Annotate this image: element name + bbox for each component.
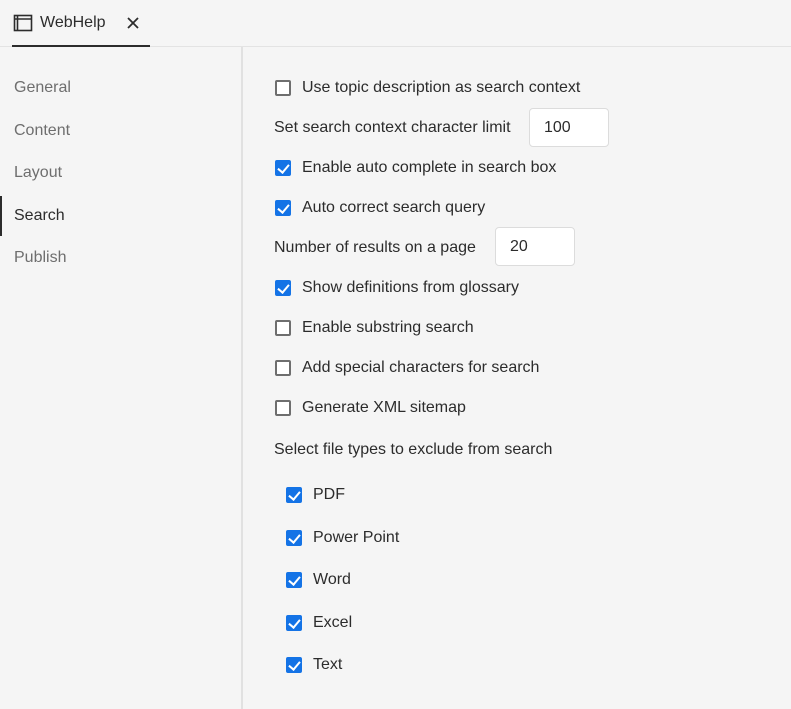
file-type-excel-option: Excel bbox=[286, 611, 352, 635]
file-type-excel-checkbox[interactable] bbox=[286, 615, 302, 631]
file-type-powerpoint-option: Power Point bbox=[286, 526, 399, 550]
special-characters-option: Add special characters for search bbox=[275, 356, 539, 380]
auto-correct-option: Auto correct search query bbox=[275, 196, 485, 220]
sidebar-item-layout[interactable]: Layout bbox=[0, 157, 241, 189]
option-label: Enable substring search bbox=[302, 319, 474, 336]
substring-search-checkbox[interactable] bbox=[275, 320, 291, 336]
file-type-text-checkbox[interactable] bbox=[286, 657, 302, 673]
file-type-text-option: Text bbox=[286, 653, 342, 677]
option-label: Use topic description as search context bbox=[302, 79, 581, 96]
option-label: Power Point bbox=[313, 529, 400, 546]
option-label: Enable auto complete in search box bbox=[302, 159, 557, 176]
tab-webhelp[interactable]: WebHelp bbox=[12, 0, 150, 47]
file-type-powerpoint-checkbox[interactable] bbox=[286, 530, 302, 546]
file-type-pdf-checkbox[interactable] bbox=[286, 487, 302, 503]
search-settings-panel: Use topic description as search context … bbox=[245, 47, 791, 709]
xml-sitemap-option: Generate XML sitemap bbox=[275, 396, 466, 420]
sidebar-item-label: General bbox=[14, 79, 71, 96]
use-topic-description-option: Use topic description as search context bbox=[275, 76, 580, 100]
file-type-word-checkbox[interactable] bbox=[286, 572, 302, 588]
option-label: Show definitions from glossary bbox=[302, 279, 519, 296]
option-label: Generate XML sitemap bbox=[302, 399, 466, 416]
sidebar-item-label: Content bbox=[14, 122, 71, 139]
option-label: Word bbox=[313, 571, 351, 588]
sidebar-item-label: Layout bbox=[14, 164, 63, 181]
use-topic-description-checkbox[interactable] bbox=[275, 80, 291, 96]
results-per-page-input[interactable] bbox=[495, 227, 575, 266]
option-label: PDF bbox=[313, 486, 345, 503]
context-limit-label: Set search context character limit bbox=[274, 119, 511, 136]
xml-sitemap-checkbox[interactable] bbox=[275, 400, 291, 416]
sidebar-item-content[interactable]: Content bbox=[0, 115, 241, 147]
results-per-page-label: Number of results on a page bbox=[274, 239, 476, 256]
context-limit-input[interactable] bbox=[529, 108, 609, 147]
tab-bar: WebHelp bbox=[0, 0, 791, 47]
special-characters-checkbox[interactable] bbox=[275, 360, 291, 376]
option-label: Add special characters for search bbox=[302, 359, 540, 376]
show-definitions-checkbox[interactable] bbox=[275, 280, 291, 296]
auto-complete-checkbox[interactable] bbox=[275, 160, 291, 176]
option-label: Text bbox=[313, 656, 343, 673]
results-per-page-option: Number of results on a page bbox=[274, 236, 476, 260]
sidebar-item-publish[interactable]: Publish bbox=[0, 242, 241, 274]
window-icon bbox=[13, 13, 33, 33]
sidebar-item-label: Search bbox=[14, 207, 65, 224]
sidebar: General Content Layout Search Publish bbox=[0, 47, 243, 709]
option-label: Excel bbox=[313, 614, 353, 631]
option-label: Auto correct search query bbox=[302, 199, 486, 216]
auto-correct-checkbox[interactable] bbox=[275, 200, 291, 216]
sidebar-item-label: Publish bbox=[14, 249, 67, 266]
tab-label: WebHelp bbox=[40, 13, 106, 31]
sidebar-item-search[interactable]: Search bbox=[0, 196, 241, 236]
show-definitions-option: Show definitions from glossary bbox=[275, 276, 519, 300]
exclude-file-types-heading: Select file types to exclude from search bbox=[274, 441, 553, 458]
close-icon[interactable] bbox=[126, 16, 140, 30]
context-limit-option: Set search context character limit bbox=[274, 116, 511, 140]
webhelp-settings-window: WebHelp General Content Layout Search Pu… bbox=[0, 0, 791, 709]
auto-complete-option: Enable auto complete in search box bbox=[275, 156, 556, 180]
file-type-pdf-option: PDF bbox=[286, 483, 345, 507]
substring-search-option: Enable substring search bbox=[275, 316, 474, 340]
sidebar-item-general[interactable]: General bbox=[0, 72, 241, 104]
file-type-word-option: Word bbox=[286, 568, 351, 592]
